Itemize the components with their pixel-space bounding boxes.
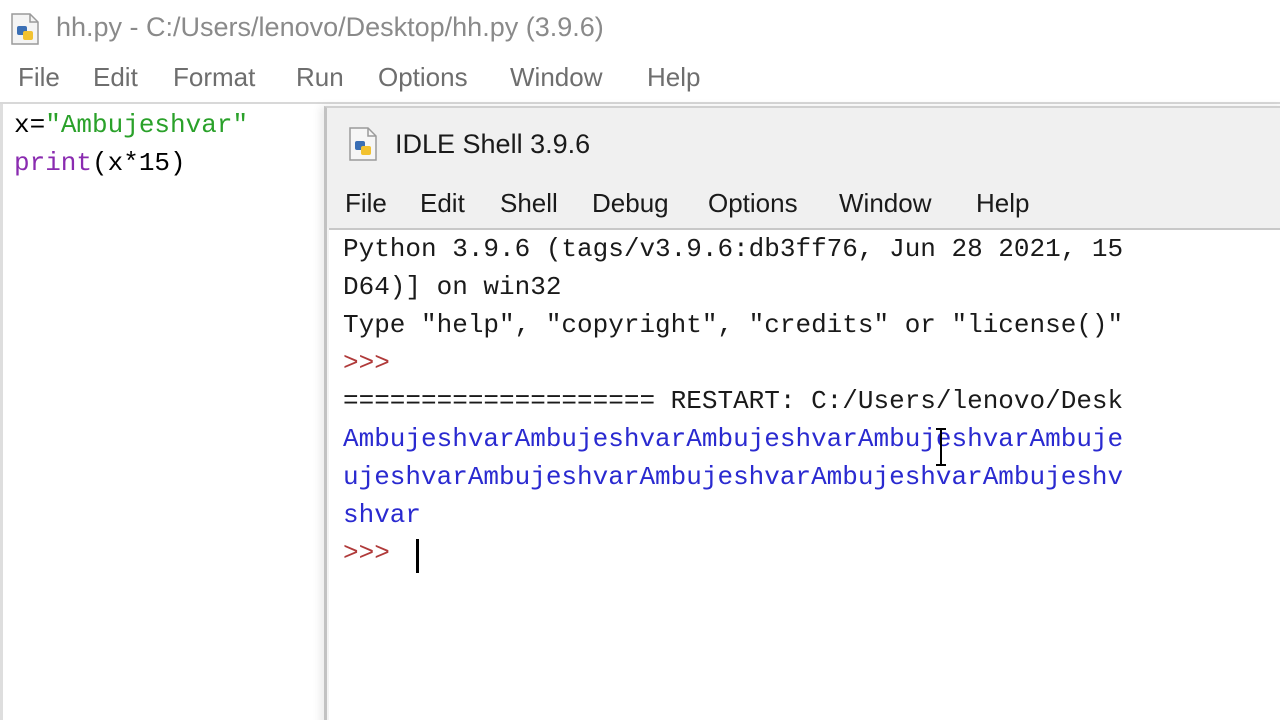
editor-menu-options[interactable]: Options <box>378 62 468 93</box>
shell-restart-line: ==================== RESTART: C:/Users/l… <box>343 386 1124 416</box>
shell-active-prompt: >>> <box>343 538 390 568</box>
editor-menu-run[interactable]: Run <box>296 62 344 93</box>
code-assignment: x= <box>14 110 46 140</box>
shell-menu-debug[interactable]: Debug <box>592 188 669 219</box>
code-line-2: print(x*15) <box>14 148 186 178</box>
code-builtin-print: print <box>14 148 93 178</box>
shell-menu-edit[interactable]: Edit <box>420 188 465 219</box>
editor-menu-file[interactable]: File <box>18 62 60 93</box>
editor-menubar: File Edit Format Run Options Window Help <box>0 56 1280 102</box>
shell-titlebar[interactable]: IDLE Shell 3.9.6 <box>327 108 1280 178</box>
shell-banner-line-1: Python 3.9.6 (tags/v3.9.6:db3ff76, Jun 2… <box>343 234 1124 264</box>
python-file-icon <box>11 13 39 45</box>
editor-titlebar[interactable]: hh.py - C:/Users/lenovo/Desktop/hh.py (3… <box>0 0 1280 56</box>
code-string-literal: "Ambujeshvar" <box>45 110 249 140</box>
shell-window: IDLE Shell 3.9.6 File Edit Shell Debug O… <box>324 106 1280 720</box>
shell-output-line-3: shvar <box>343 500 422 530</box>
shell-banner-line-2: D64)] on win32 <box>343 272 562 302</box>
editor-menu-help[interactable]: Help <box>647 62 700 93</box>
editor-title: hh.py - C:/Users/lenovo/Desktop/hh.py (3… <box>56 12 604 42</box>
editor-left-edge <box>0 104 3 720</box>
shell-output-line-2: ujeshvarAmbujeshvarAmbujeshvarAmbujeshva… <box>343 462 1124 492</box>
code-line-1: x="Ambujeshvar" <box>14 110 248 140</box>
shell-text-area[interactable]: Python 3.9.6 (tags/v3.9.6:db3ff76, Jun 2… <box>329 228 1280 720</box>
shell-menu-file[interactable]: File <box>345 188 387 219</box>
shell-output-line-1: AmbujeshvarAmbujeshvarAmbujeshvarAmbujes… <box>343 424 1124 454</box>
python-file-icon <box>349 127 377 161</box>
editor-menu-format[interactable]: Format <box>173 62 255 93</box>
text-caret <box>416 539 419 573</box>
shell-menu-help[interactable]: Help <box>976 188 1029 219</box>
shell-menubar: File Edit Shell Debug Options Window Hel… <box>327 178 1280 228</box>
shell-prompt: >>> <box>343 348 390 378</box>
ibeam-cursor-icon <box>936 428 946 466</box>
desktop: hh.py - C:/Users/lenovo/Desktop/hh.py (3… <box>0 0 1280 720</box>
shell-title: IDLE Shell 3.9.6 <box>395 129 591 159</box>
editor-menu-window[interactable]: Window <box>510 62 602 93</box>
shell-menu-shell[interactable]: Shell <box>500 188 558 219</box>
shell-banner-line-3: Type "help", "copyright", "credits" or "… <box>343 310 1124 340</box>
code-call-args: (x*15) <box>92 148 186 178</box>
shell-menu-options[interactable]: Options <box>708 188 798 219</box>
editor-menu-edit[interactable]: Edit <box>93 62 138 93</box>
shell-menu-window[interactable]: Window <box>839 188 931 219</box>
